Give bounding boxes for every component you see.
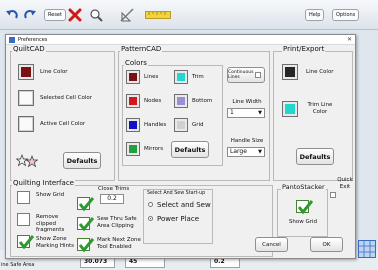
show-grid-label: Show Grid	[36, 192, 65, 198]
pantostacker-show-grid-checkbox[interactable]	[296, 200, 313, 215]
checkmark-icon	[297, 200, 313, 215]
show-zone-label: Show Zone Marking Hints	[36, 236, 74, 249]
preferences-dialog: Preferences ✕ QuiltCAD Line Color Select…	[5, 34, 356, 259]
handle-size-value: Large	[230, 148, 247, 155]
background-status-text: ine Safe Area	[1, 262, 35, 268]
checkmark-icon	[78, 197, 94, 212]
grid-color-label: Grid	[192, 122, 204, 128]
quilt-stars-icon	[15, 153, 39, 169]
print-line-color-label: Line Color	[306, 69, 334, 75]
checkmark-icon	[18, 235, 34, 250]
sew-thru-checkbox[interactable]	[77, 217, 94, 232]
patterncad-defaults-button[interactable]: Defaults	[171, 141, 209, 158]
delete-icon[interactable]	[67, 4, 83, 26]
ruler-icon[interactable]	[144, 4, 172, 26]
mirrors-color-swatch[interactable]	[126, 142, 140, 156]
dialog-title: Preferences	[18, 37, 48, 43]
patterncad-title: PatternCAD	[120, 45, 163, 53]
show-grid-checkbox[interactable]	[17, 191, 30, 204]
pantostacker-title: PantoStacker	[281, 183, 326, 191]
help-label: Help	[305, 9, 325, 21]
quiltcad-line-color-swatch[interactable]	[18, 64, 34, 80]
close-trims-input[interactable]: 0.2	[100, 194, 124, 204]
mark-next-zone-label: Mark Next Zone Tool Enabled	[97, 237, 141, 250]
print-trim-line-color-label: Trim Line Color	[307, 102, 333, 115]
power-place-radio[interactable]	[148, 216, 153, 221]
continuous-lines-checkbox[interactable]	[255, 72, 261, 78]
ok-label: OK	[322, 241, 331, 248]
quilting-interface-title: Quilting Interface	[12, 179, 75, 187]
ok-button[interactable]: OK	[310, 237, 343, 252]
handles-color-swatch[interactable]	[126, 118, 140, 132]
handles-color-label: Handles	[144, 122, 167, 128]
trim-color-label: Trim	[192, 74, 204, 80]
mirrors-color-label: Mirrors	[144, 146, 164, 152]
print-line-color-swatch[interactable]	[282, 64, 298, 80]
lines-color-label: Lines	[144, 74, 159, 80]
mark-next-zone-checkbox[interactable]	[77, 238, 94, 253]
quiltcad-line-color-label: Line Color	[40, 69, 68, 75]
line-width-select[interactable]: 1 ▼	[227, 108, 265, 118]
app-icon	[9, 37, 15, 43]
line-width-value: 1	[230, 109, 234, 116]
app-toolbar: Reset Help Options	[0, 0, 378, 30]
zoom-icon[interactable]	[88, 4, 104, 26]
help-button[interactable]: Help	[305, 4, 325, 26]
handle-size-select[interactable]: Large ▼	[227, 147, 265, 157]
patterncad-colors-title: Colors	[124, 59, 148, 67]
reset-button[interactable]: Reset	[44, 4, 66, 26]
dialog-titlebar: Preferences ✕	[6, 35, 355, 45]
options-button[interactable]: Options	[332, 4, 360, 26]
cancel-label: Cancel	[262, 241, 281, 248]
close-trims-label: Close Trims	[98, 186, 130, 192]
quiltcad-defaults-button[interactable]: Defaults	[63, 152, 101, 169]
bottom-color-label: Bottom	[192, 98, 213, 104]
nodes-color-label: Nodes	[144, 98, 162, 104]
line-width-label: Line Width	[232, 99, 262, 105]
close-trims-checkbox[interactable]	[77, 197, 94, 212]
select-and-sew-label: Select and Sew	[157, 201, 211, 209]
undo-icon[interactable]	[4, 4, 20, 26]
print-export-title: Print/Export	[282, 45, 326, 53]
checkmark-icon	[78, 238, 94, 253]
nodes-color-swatch[interactable]	[126, 94, 140, 108]
cancel-button[interactable]: Cancel	[255, 237, 288, 252]
pantostacker-show-grid-label: Show Grid	[288, 219, 318, 225]
remove-clipped-label: Remove clipped fragments	[36, 214, 65, 233]
quick-exit-checkbox[interactable]	[330, 192, 336, 198]
trim-color-swatch[interactable]	[174, 70, 188, 84]
close-icon[interactable]: ✕	[347, 35, 352, 45]
reset-label: Reset	[44, 9, 66, 21]
power-place-label: Power Place	[157, 215, 199, 223]
redo-icon[interactable]	[22, 4, 38, 26]
grid-icon	[358, 240, 376, 258]
quiltcad-selected-cell-color-label: Selected Cell Color	[40, 95, 92, 101]
bottom-color-swatch[interactable]	[174, 94, 188, 108]
chevron-down-icon: ▼	[258, 110, 262, 116]
quiltcad-defaults-label: Defaults	[66, 156, 98, 165]
print-export-defaults-label: Defaults	[299, 152, 331, 161]
quick-exit-label: Quick Exit	[337, 177, 353, 190]
sew-thru-label: Sew Thru Safe Area Clipping	[97, 216, 137, 229]
quiltcad-active-cell-color-swatch[interactable]	[18, 116, 34, 132]
patterncad-defaults-label: Defaults	[174, 145, 206, 154]
grid-color-swatch[interactable]	[174, 118, 188, 132]
print-export-defaults-button[interactable]: Defaults	[296, 148, 334, 165]
quiltcad-active-cell-color-label: Active Cell Color	[40, 121, 86, 127]
handle-size-label: Handle Size	[230, 138, 264, 144]
print-trim-color-swatch[interactable]	[282, 101, 298, 117]
checkmark-icon	[78, 217, 94, 232]
startup-title: Select And Sew Start-up	[147, 191, 206, 196]
quiltcad-selected-cell-color-swatch[interactable]	[18, 90, 34, 106]
options-label: Options	[332, 9, 360, 21]
show-zone-checkbox[interactable]	[17, 235, 34, 250]
quiltcad-title: QuiltCAD	[12, 45, 46, 53]
continuous-lines-label: Continuous Lines	[228, 69, 254, 81]
lines-color-swatch[interactable]	[126, 70, 140, 84]
measure-icon[interactable]	[118, 4, 136, 26]
chevron-down-icon: ▼	[258, 149, 262, 155]
select-and-sew-radio[interactable]	[148, 202, 153, 207]
remove-clipped-checkbox[interactable]	[17, 213, 30, 226]
